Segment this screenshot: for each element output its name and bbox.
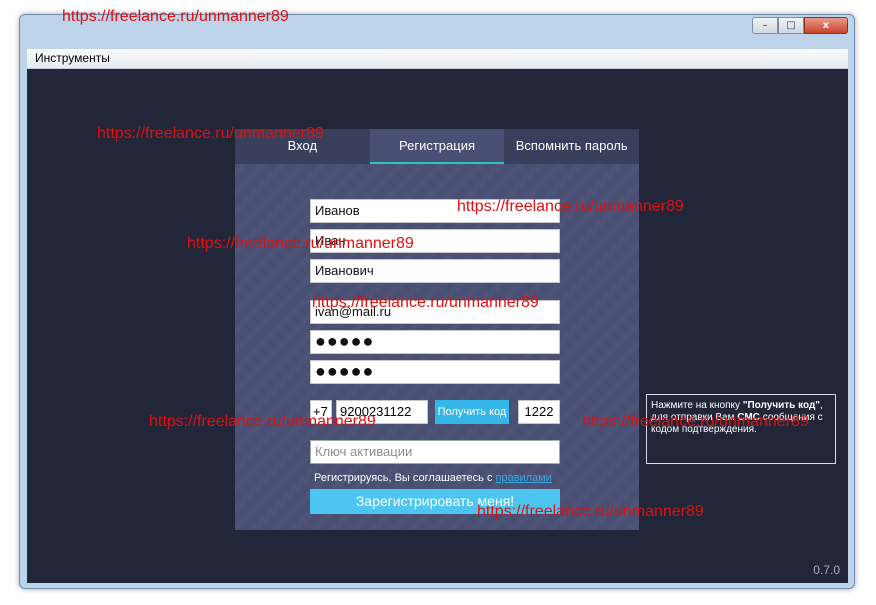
watermark-text: https://freelance.ru/unmanner89 <box>312 294 539 311</box>
password-input[interactable]: ●●●●● <box>310 330 560 354</box>
version-label: 0.7.0 <box>813 563 840 577</box>
terms-text: Регистрируясь, Вы соглашаетесь с правила… <box>314 472 552 484</box>
watermark-text: https://freelance.ru/unmanner89 <box>97 125 324 142</box>
main-area: Вход Регистрация Вспомнить пароль Иванов… <box>27 69 848 583</box>
tab-recover-password[interactable]: Вспомнить пароль <box>504 129 639 164</box>
maximize-button[interactable]: □ <box>778 17 804 34</box>
menu-bar: Инструменты <box>27 49 848 69</box>
watermark-text: https://freelance.ru/unmanner89 <box>457 198 684 215</box>
watermark-text: https://freelance.ru/unmanner89 <box>187 235 414 252</box>
watermark-text: https://freelance.ru/unmanner89 <box>149 413 376 430</box>
tab-registration[interactable]: Регистрация <box>369 129 505 164</box>
terms-label: Регистрируясь, Вы соглашаетесь с <box>314 472 496 484</box>
close-button[interactable]: x <box>804 17 848 34</box>
activation-key-input[interactable]: Ключ активации <box>310 440 560 464</box>
auth-card: Вход Регистрация Вспомнить пароль Иванов… <box>235 129 639 530</box>
minimize-button[interactable]: – <box>752 17 778 34</box>
terms-link[interactable]: правилами <box>496 472 552 484</box>
password-confirm-input[interactable]: ●●●●● <box>310 360 560 384</box>
watermark-text: https://freelance.ru/unmanner89 <box>477 503 704 520</box>
hint-bold-1: "Получить код" <box>742 400 821 411</box>
get-code-button[interactable]: Получить код <box>435 400 509 424</box>
menu-tools[interactable]: Инструменты <box>35 51 110 65</box>
sms-code-input[interactable]: 1222 <box>518 400 560 424</box>
middle-name-input[interactable]: Иванович <box>310 259 560 283</box>
hint-text-1: Нажмите на кнопку <box>651 400 743 411</box>
watermark-text: https://freelance.ru/unmanner89 <box>62 8 289 25</box>
window-controls: – □ x <box>752 17 848 34</box>
watermark-text: https://freelance.ru/unmanner89 <box>582 413 809 430</box>
